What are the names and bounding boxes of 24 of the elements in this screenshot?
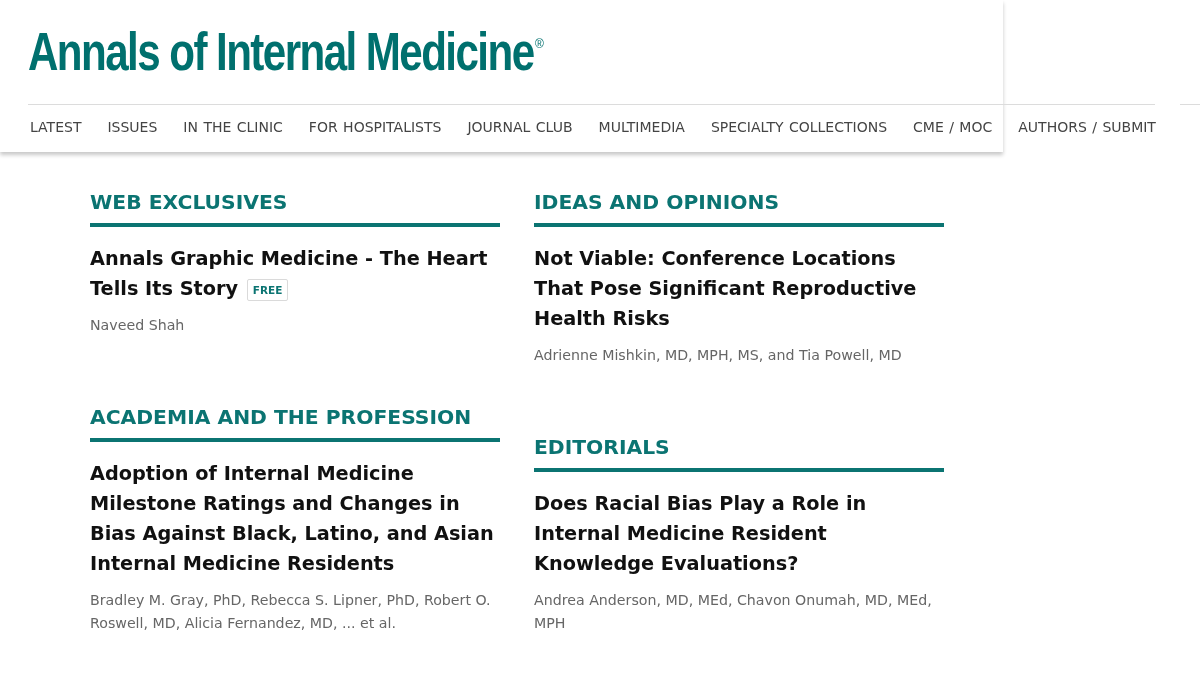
nav-link[interactable]: LATEST — [30, 119, 82, 135]
nav-link[interactable]: AUTHORS / SUBMIT — [1018, 119, 1156, 135]
nav-link[interactable]: MULTIMEDIA — [598, 119, 685, 135]
article-authors: Bradley M. Gray, PhD, Rebecca S. Lipner, PhD, Robert O. Roswell, MD, Alicia Fernandez, MD, ... et al. — [90, 591, 492, 633]
section-heading: WEB EXCLUSIVES — [90, 190, 500, 227]
section-heading: EDITORIALS — [534, 435, 944, 472]
article-authors: Adrienne Mishkin, MD, MPH, MS, and Tia Powell, MD — [534, 346, 903, 365]
free-badge: FREE — [246, 278, 289, 301]
nav-link[interactable]: FOR HOSPITALISTS — [308, 119, 442, 135]
article-title-link[interactable]: Annals Graphic Medicine - The Heart Tells Its Story FREE — [90, 244, 500, 304]
article-title-link[interactable]: Not Viable: Conference Locations That Pose Significant Reproductive Health Risks — [534, 244, 944, 334]
article-title-link[interactable]: Adoption of Internal Medicine Milestone Ratings and Changes in Bias Against Black, Latino, and Asian Internal Medicine Residents — [90, 459, 500, 579]
nav-link[interactable]: JOURNAL CLUB — [467, 119, 573, 135]
registered-mark: ® — [535, 38, 544, 50]
nav-link[interactable]: CME / MOC — [913, 119, 993, 135]
nav-link[interactable]: ISSUES — [107, 119, 158, 135]
article-authors: Naveed Shah — [90, 316, 186, 335]
nav-link[interactable]: SPECIALTY COLLECTIONS — [710, 119, 888, 135]
nav-link[interactable]: IN THE CLINIC — [183, 119, 283, 135]
section-heading: IDEAS AND OPINIONS — [534, 190, 944, 227]
section-heading: ACADEMIA AND THE PROFESSION — [90, 405, 500, 442]
article-title-link[interactable]: Does Racial Bias Play a Role in Internal Medicine Resident Knowledge Evaluations? — [534, 489, 944, 579]
journal-logo[interactable]: Annals of Internal Medicine — [28, 24, 534, 78]
article-authors: Andrea Anderson, MD, MEd, Chavon Onumah, MD, MEd, MPH — [534, 591, 933, 633]
